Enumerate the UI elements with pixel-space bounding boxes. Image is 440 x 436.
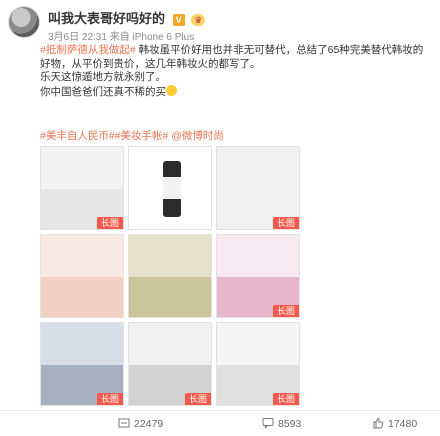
- long-image-label: 长图: [272, 217, 299, 229]
- image-part: [129, 235, 211, 277]
- long-image-label: 长图: [272, 393, 299, 405]
- post-meta: 3月6日 22:31 来自 iPhone 6 Plus: [48, 28, 194, 43]
- image-grid: 长图 长图 长图 长图 长图 长图: [40, 146, 300, 406]
- image-part: [217, 323, 299, 365]
- hashtag-link[interactable]: #抵制萨德从我做起#: [40, 44, 136, 56]
- comment-icon: [262, 418, 274, 429]
- post-content: #抵制萨德从我做起# 韩妆虽平价好用也并非无可替代，总结了65种完美替代韩妆的好…: [40, 44, 432, 99]
- image-thumb[interactable]: [128, 234, 212, 318]
- source-prefix: 来自: [109, 32, 130, 43]
- repost-icon: [118, 418, 130, 428]
- like-button[interactable]: 17480: [372, 417, 417, 430]
- post-time[interactable]: 3月6日 22:31: [48, 32, 107, 43]
- content-text-3: 你中国爸爸们还真不稀的买: [40, 85, 166, 98]
- image-part: [41, 323, 123, 365]
- image-part: [129, 323, 211, 365]
- image-thumb[interactable]: [40, 234, 124, 318]
- member-crown-icon: ♛: [191, 13, 206, 26]
- long-image-label: 长图: [96, 217, 123, 229]
- comment-button[interactable]: 8593: [262, 417, 301, 430]
- image-part: [129, 277, 211, 317]
- image-thumb[interactable]: [128, 146, 212, 230]
- thumbs-up-icon: [373, 417, 384, 429]
- image-thumb[interactable]: 长图: [40, 322, 124, 406]
- long-image-label: 长图: [96, 393, 123, 405]
- bottle-label: [163, 177, 181, 199]
- image-thumb[interactable]: 长图: [128, 322, 212, 406]
- image-part: [41, 235, 123, 277]
- content-line-1: #抵制萨德从我做起# 韩妆虽平价好用也并非无可替代，总结了65种完美替代韩妆的好…: [40, 44, 432, 71]
- post-header: 叫我大表哥好吗好的 V ♛ 3月6日 22:31 来自 iPhone 6 Plu…: [8, 6, 432, 43]
- username[interactable]: 叫我大表哥好吗好的 V ♛: [48, 8, 206, 27]
- username-text[interactable]: 叫我大表哥好吗好的: [48, 11, 165, 26]
- like-count: 17480: [388, 418, 418, 430]
- content-line-2: 乐天这惊遁地方就永别了。: [40, 71, 166, 83]
- smile-emoji-icon: [166, 84, 177, 96]
- image-part: [41, 147, 123, 189]
- action-bar: 22479 8593 17480: [0, 410, 440, 436]
- comment-count: 8593: [278, 418, 302, 430]
- image-thumb[interactable]: 长图: [216, 146, 300, 230]
- long-image-label: 长图: [272, 305, 299, 317]
- image-part: [217, 235, 299, 277]
- avatar[interactable]: [8, 6, 40, 38]
- repost-button[interactable]: 22479: [118, 417, 163, 430]
- verified-badge-icon: V: [172, 13, 185, 26]
- repost-count: 22479: [134, 418, 164, 430]
- content-line-3: 你中国爸爸们还真不稀的买: [40, 84, 432, 100]
- long-image-label: 长图: [184, 393, 211, 405]
- image-part: [41, 277, 123, 317]
- image-thumb[interactable]: 长图: [40, 146, 124, 230]
- image-thumb[interactable]: 长图: [216, 234, 300, 318]
- image-thumb[interactable]: 长图: [216, 322, 300, 406]
- post-source: iPhone 6 Plus: [132, 32, 195, 43]
- post-hashtags[interactable]: #美丰自人民币##美妆手帐# @微博时尚: [40, 128, 224, 143]
